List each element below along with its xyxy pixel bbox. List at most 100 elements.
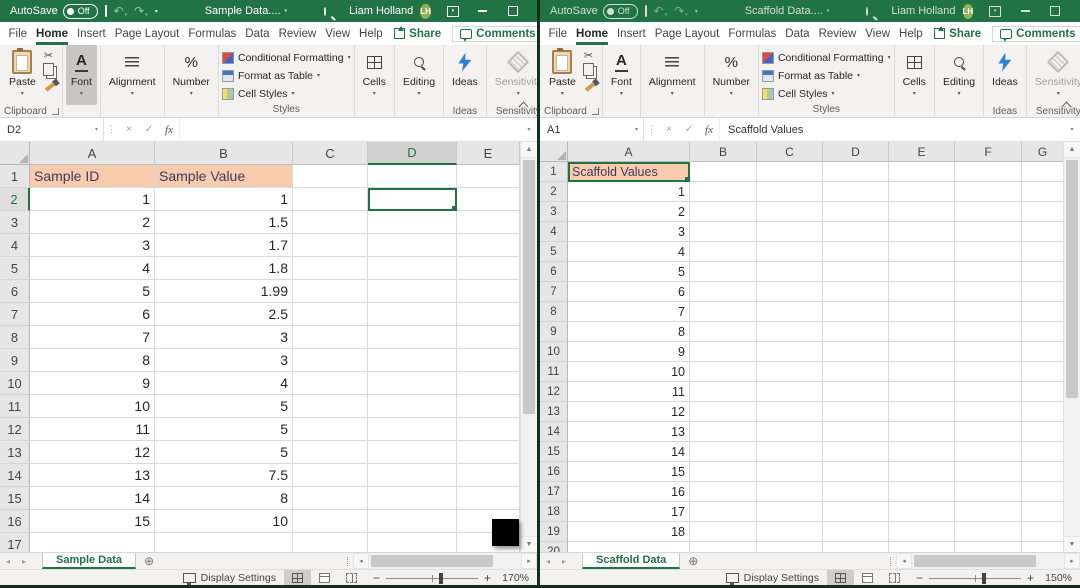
row-header-2[interactable]: 2 bbox=[0, 188, 30, 211]
row-header-15[interactable]: 15 bbox=[540, 442, 568, 462]
cell-styles-button[interactable]: Cell Styles ▾ bbox=[761, 85, 891, 102]
new-sheet-button[interactable]: ⊕ bbox=[680, 553, 706, 569]
cell-D6[interactable] bbox=[368, 280, 457, 303]
cell-D6[interactable] bbox=[823, 262, 889, 282]
cell-A5[interactable]: 4 bbox=[30, 257, 155, 280]
cell-B9[interactable]: 3 bbox=[155, 349, 293, 372]
cell-B1[interactable] bbox=[690, 162, 757, 182]
cell-A7[interactable]: 6 bbox=[568, 282, 690, 302]
cell-A1[interactable]: Scaffold Values bbox=[568, 162, 690, 182]
cell-A9[interactable]: 8 bbox=[30, 349, 155, 372]
normal-view-button[interactable] bbox=[283, 570, 311, 585]
cell-B2[interactable] bbox=[690, 182, 757, 202]
cell-E13[interactable] bbox=[889, 402, 955, 422]
cell-B9[interactable] bbox=[690, 322, 757, 342]
cell-E12[interactable] bbox=[889, 382, 955, 402]
cancel-icon[interactable]: × bbox=[659, 118, 679, 141]
minimize-button[interactable] bbox=[1010, 0, 1040, 22]
hscroll-left-icon[interactable]: ◂ bbox=[896, 553, 912, 569]
cell-C9[interactable] bbox=[293, 349, 368, 372]
normal-view-button[interactable] bbox=[826, 570, 854, 585]
format-painter-icon[interactable] bbox=[44, 82, 56, 92]
cell-B2[interactable]: 1 bbox=[155, 188, 293, 211]
column-header-B[interactable]: B bbox=[155, 142, 293, 165]
cell-C7[interactable] bbox=[757, 282, 823, 302]
cell-E14[interactable] bbox=[457, 464, 520, 487]
document-title[interactable]: Sample Data.... ▾ bbox=[205, 5, 287, 17]
hscroll-left-icon[interactable]: ◂ bbox=[353, 553, 369, 569]
row-header-11[interactable]: 11 bbox=[0, 395, 30, 418]
cell-A6[interactable]: 5 bbox=[30, 280, 155, 303]
document-title[interactable]: Scaffold Data.... ▾ bbox=[745, 5, 830, 17]
menu-tab-formulas[interactable]: Formulas bbox=[184, 22, 241, 45]
menu-tab-view[interactable]: View bbox=[861, 22, 895, 45]
cell-G20[interactable] bbox=[1022, 542, 1064, 552]
cells-button[interactable]: Cells ▾ bbox=[898, 45, 931, 105]
cell-E2[interactable] bbox=[889, 182, 955, 202]
cell-C2[interactable] bbox=[757, 182, 823, 202]
cell-B7[interactable]: 2.5 bbox=[155, 303, 293, 326]
cell-E9[interactable] bbox=[889, 322, 955, 342]
cell-C8[interactable] bbox=[757, 302, 823, 322]
cell-F18[interactable] bbox=[955, 502, 1022, 522]
minimize-button[interactable] bbox=[468, 0, 498, 22]
display-settings-button[interactable]: Display Settings bbox=[182, 572, 276, 585]
zoom-in-button[interactable]: + bbox=[484, 571, 491, 585]
cell-D2[interactable] bbox=[368, 188, 457, 211]
column-header-E[interactable]: E bbox=[889, 142, 955, 162]
cell-B6[interactable] bbox=[690, 262, 757, 282]
vscroll-thumb[interactable] bbox=[1066, 160, 1078, 398]
close-button[interactable]: × bbox=[1070, 0, 1080, 22]
avatar[interactable]: LH bbox=[420, 3, 431, 19]
row-header-13[interactable]: 13 bbox=[0, 441, 30, 464]
row-header-14[interactable]: 14 bbox=[540, 422, 568, 442]
cell-E15[interactable] bbox=[889, 442, 955, 462]
cell-D9[interactable] bbox=[368, 349, 457, 372]
cell-D2[interactable] bbox=[823, 182, 889, 202]
format-as-table-button[interactable]: Format as Table ▾ bbox=[761, 67, 891, 84]
vertical-scrollbar[interactable]: ▲ ▼ bbox=[520, 142, 537, 552]
cell-F6[interactable] bbox=[955, 262, 1022, 282]
cell-E8[interactable] bbox=[889, 302, 955, 322]
cell-D1[interactable] bbox=[368, 165, 457, 188]
row-header-9[interactable]: 9 bbox=[540, 322, 568, 342]
share-button[interactable]: Share bbox=[927, 26, 988, 41]
column-header-G[interactable]: G bbox=[1022, 142, 1064, 162]
row-header-3[interactable]: 3 bbox=[540, 202, 568, 222]
cell-B11[interactable]: 5 bbox=[155, 395, 293, 418]
name-box[interactable]: A1 ▾ bbox=[540, 118, 644, 141]
horizontal-scrollbar[interactable]: ◂ ▸ bbox=[347, 553, 537, 569]
cell-D17[interactable] bbox=[368, 533, 457, 552]
cell-E6[interactable] bbox=[889, 262, 955, 282]
column-header-D[interactable]: D bbox=[823, 142, 889, 162]
comments-button[interactable]: Comments bbox=[992, 25, 1080, 42]
cell-A3[interactable]: 2 bbox=[568, 202, 690, 222]
cell-G7[interactable] bbox=[1022, 282, 1064, 302]
row-header-7[interactable]: 7 bbox=[540, 282, 568, 302]
cell-G16[interactable] bbox=[1022, 462, 1064, 482]
cell-C1[interactable] bbox=[757, 162, 823, 182]
row-header-7[interactable]: 7 bbox=[0, 303, 30, 326]
cell-D15[interactable] bbox=[368, 487, 457, 510]
row-header-13[interactable]: 13 bbox=[540, 402, 568, 422]
cell-C3[interactable] bbox=[757, 202, 823, 222]
enter-icon[interactable]: ✓ bbox=[679, 118, 699, 141]
maximize-button[interactable] bbox=[498, 0, 528, 22]
cell-E7[interactable] bbox=[457, 303, 520, 326]
cell-C16[interactable] bbox=[757, 462, 823, 482]
cell-F17[interactable] bbox=[955, 482, 1022, 502]
cell-D3[interactable] bbox=[368, 211, 457, 234]
copy-icon[interactable] bbox=[582, 63, 597, 79]
save-icon[interactable] bbox=[104, 5, 107, 17]
column-header-E[interactable]: E bbox=[457, 142, 520, 165]
cell-D13[interactable] bbox=[823, 402, 889, 422]
enter-icon[interactable]: ✓ bbox=[139, 118, 159, 141]
row-header-16[interactable]: 16 bbox=[0, 510, 30, 533]
formula-input[interactable]: Scaffold Values bbox=[719, 118, 1064, 141]
cell-C10[interactable] bbox=[293, 372, 368, 395]
paste-button[interactable]: Paste ▾ bbox=[544, 45, 581, 105]
cell-C12[interactable] bbox=[293, 418, 368, 441]
cell-B14[interactable]: 7.5 bbox=[155, 464, 293, 487]
zoom-level[interactable]: 150% bbox=[1040, 572, 1072, 584]
row-header-5[interactable]: 5 bbox=[0, 257, 30, 280]
